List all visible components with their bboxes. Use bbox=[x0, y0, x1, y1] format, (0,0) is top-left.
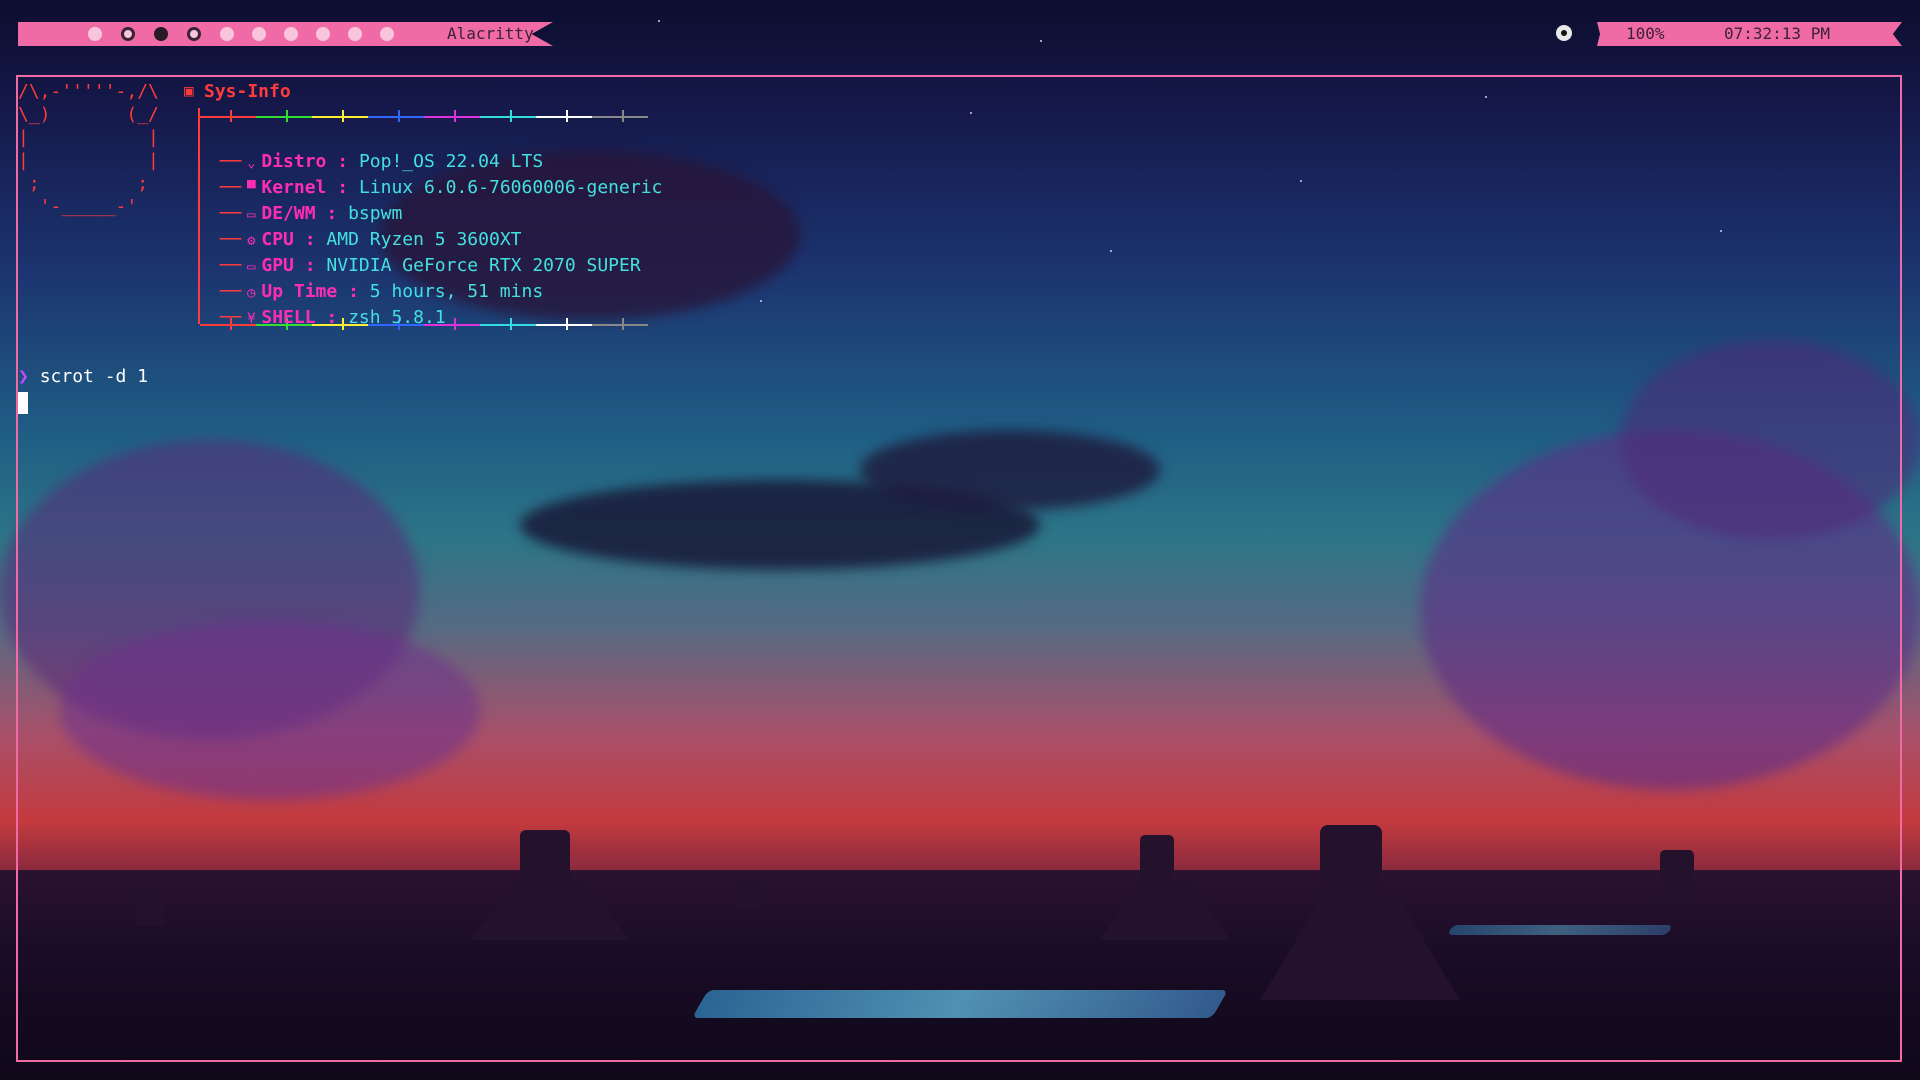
workspace-1[interactable] bbox=[88, 27, 102, 41]
workspace-5[interactable] bbox=[220, 27, 234, 41]
rule-tick bbox=[566, 110, 568, 122]
volume-level[interactable]: 100% bbox=[1626, 24, 1665, 43]
rule-segment bbox=[312, 110, 368, 122]
rule-segment bbox=[480, 318, 536, 330]
command-text: scrot -d 1 bbox=[39, 366, 149, 387]
rule-tick bbox=[622, 110, 624, 122]
rule-tick bbox=[286, 110, 288, 122]
workspace-9[interactable] bbox=[348, 27, 362, 41]
workspace-8[interactable] bbox=[316, 27, 330, 41]
sysinfo-header: Sys-Info bbox=[204, 81, 291, 102]
clock: 07:32:13 PM bbox=[1724, 24, 1830, 43]
rule-tick bbox=[230, 110, 232, 122]
rule-tick bbox=[510, 110, 512, 122]
rule-segment bbox=[592, 318, 648, 330]
rule-tick bbox=[622, 318, 624, 330]
info-row-shell: ── ¥ SHELL : zsh 5.8.1 bbox=[219, 307, 446, 328]
workspace-10[interactable] bbox=[380, 27, 394, 41]
rule-tick bbox=[510, 318, 512, 330]
rule-segment bbox=[592, 110, 648, 122]
rule-segment bbox=[368, 110, 424, 122]
workspace-7[interactable] bbox=[284, 27, 298, 41]
workspace-3[interactable] bbox=[154, 27, 168, 41]
workspace-4[interactable] bbox=[187, 27, 201, 41]
rule-tick bbox=[342, 110, 344, 122]
rule-tick bbox=[566, 318, 568, 330]
rule-tick bbox=[454, 110, 456, 122]
workspace-6[interactable] bbox=[252, 27, 266, 41]
rule-tick bbox=[398, 110, 400, 122]
sysinfo-icon: ▣ bbox=[184, 81, 194, 100]
rule-segment bbox=[536, 318, 592, 330]
text-cursor bbox=[18, 392, 28, 414]
rule-segment bbox=[424, 110, 480, 122]
command-line[interactable]: ❯ scrot -d 1 bbox=[18, 366, 148, 387]
ascii-cat-art: /\,-'''''-,/\ \_) (_/ | | | | ; ; '-____… bbox=[18, 81, 159, 217]
rule-segment bbox=[536, 110, 592, 122]
prompt-chevron-icon: ❯ bbox=[18, 366, 29, 387]
window-title: Alacritty bbox=[447, 24, 534, 43]
workspace-2[interactable] bbox=[121, 27, 135, 41]
rule-segment bbox=[256, 110, 312, 122]
terminal-icon: ¥ bbox=[247, 311, 256, 327]
steam-tray-icon[interactable] bbox=[1556, 25, 1572, 41]
rule-segment bbox=[480, 110, 536, 122]
rule-tick bbox=[454, 318, 456, 330]
rule-segment bbox=[200, 110, 256, 122]
